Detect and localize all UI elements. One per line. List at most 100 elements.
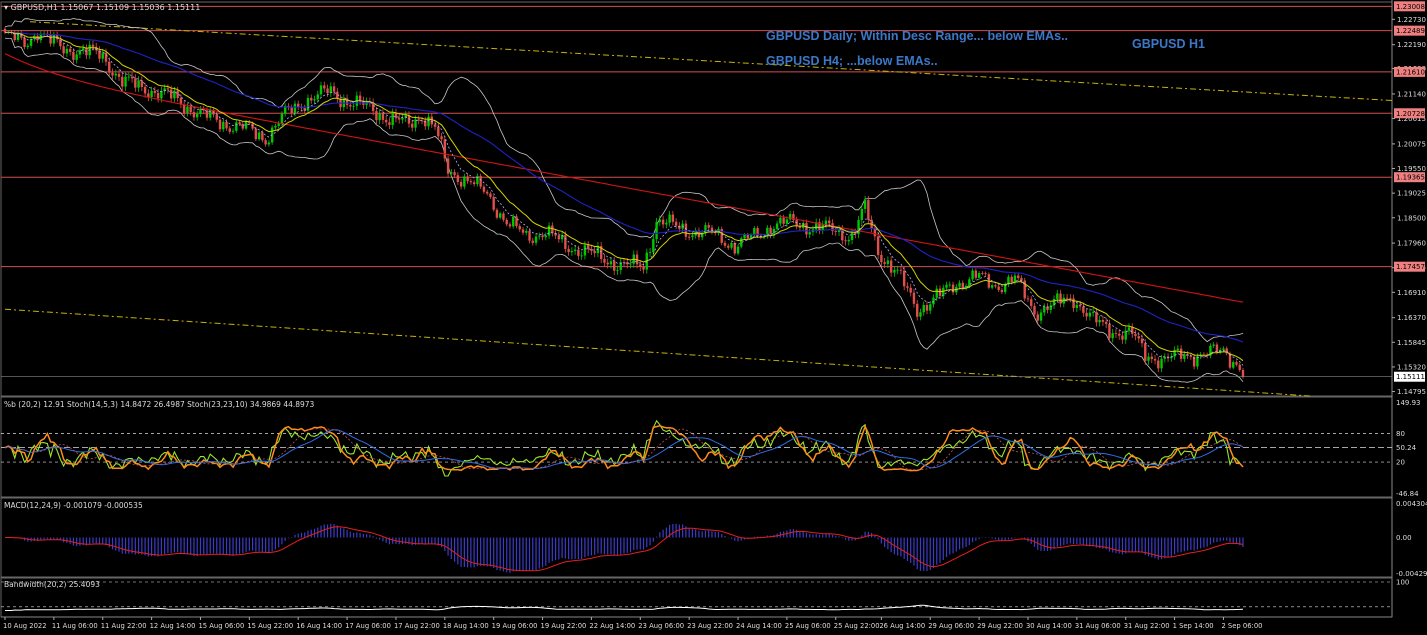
time-tick-label: 16 Aug 14:00 (296, 622, 342, 630)
candle-body (984, 273, 987, 275)
candle-body (880, 254, 883, 263)
candle-body (91, 44, 95, 47)
candle-body (1111, 333, 1114, 339)
candle-body (808, 232, 811, 235)
candle-body (1108, 323, 1111, 339)
candle-body (994, 285, 997, 287)
candle-body (1140, 338, 1144, 344)
candle-body (297, 103, 300, 107)
candle-body (655, 221, 658, 240)
candle-body (1235, 362, 1238, 365)
candle-body (251, 123, 254, 129)
candle-body (52, 34, 56, 44)
candle-body (375, 111, 378, 121)
candle-body (642, 266, 645, 270)
candle-body (564, 234, 567, 249)
time-tick-label: 19 Aug 06:00 (492, 622, 538, 630)
candle-body (326, 88, 329, 94)
candle-body (1017, 275, 1020, 279)
time-tick-label: 19 Aug 22:00 (541, 622, 587, 630)
dropdown-arrow-icon[interactable]: ▾ (4, 3, 8, 12)
candle-body (349, 104, 352, 107)
time-tick-label: 15 Aug 22:00 (247, 622, 293, 630)
candle-body (968, 279, 971, 286)
candle-body (78, 50, 82, 55)
macd-tick-label: 0.00 (1396, 534, 1412, 542)
candle-body (841, 229, 844, 241)
candle-body (648, 252, 652, 253)
time-tick-label: 2 Sep 06:00 (1221, 622, 1262, 630)
candle-body (889, 260, 893, 273)
candle-body (427, 116, 430, 127)
candle-body (485, 191, 489, 194)
candle-body (733, 243, 736, 254)
macd-histogram (7, 523, 1244, 573)
candle-body (687, 236, 691, 238)
candle-body (544, 235, 548, 238)
price-tick-label: 1.18500 (1397, 214, 1426, 222)
candle-body (280, 113, 284, 124)
candle-body (1013, 275, 1017, 283)
candle-body (391, 112, 394, 125)
candle-body (534, 236, 538, 243)
candle-body (658, 219, 662, 222)
candle-body (456, 175, 460, 182)
candle-body (1179, 348, 1183, 359)
candle-body (518, 226, 521, 230)
pane-border-2 (0, 497, 1393, 578)
candle-body (502, 213, 505, 220)
candle-body (945, 284, 948, 288)
trend-line-upper (29, 21, 1393, 101)
candle-body (290, 107, 293, 114)
candle-body (111, 72, 114, 76)
candle-body (981, 273, 984, 274)
candle-body (228, 128, 231, 132)
price-tick-label: 1.22730 (1397, 16, 1426, 24)
pane-border-3 (0, 577, 1393, 618)
candle-body (1039, 312, 1043, 321)
candle-body (1157, 360, 1160, 369)
time-tick-label: 18 Aug 14:00 (443, 622, 489, 630)
candle-body (173, 90, 176, 99)
candle-body (437, 126, 440, 137)
annotation-h4: GBPUSD H4; ...below EMAs.. (766, 54, 938, 68)
chart-window: 1.227301.221901.216801.211401.206151.200… (0, 0, 1427, 635)
time-tick-label: 17 Aug 06:00 (345, 622, 391, 630)
candle-body (847, 239, 850, 242)
candle-body (958, 282, 961, 287)
candle-body (257, 132, 261, 140)
candle-body (492, 196, 495, 210)
candle-body (1000, 289, 1004, 293)
price-tick-label: 1.22190 (1397, 41, 1426, 49)
symbol-header: ▾ GBPUSD,H1 1.15067 1.15109 1.15036 1.15… (4, 3, 200, 12)
candle-body (306, 97, 310, 111)
level-label: 1.23008 (1396, 3, 1425, 11)
candle-body (235, 122, 238, 131)
candle-body (1033, 305, 1036, 315)
candle-body (482, 186, 486, 192)
candle-body (1176, 348, 1180, 350)
candle-body (319, 85, 323, 95)
price-tick-label: 1.19025 (1397, 190, 1426, 198)
candle-body (971, 270, 974, 280)
candle-body (1056, 293, 1059, 299)
candle-body (528, 230, 531, 241)
candle-body (925, 305, 929, 311)
candle-body (671, 214, 675, 222)
candle-body (1121, 335, 1124, 340)
candle-body (860, 208, 864, 221)
candle-body (130, 76, 134, 79)
bollinger-lower (4, 37, 1244, 383)
time-tick-label: 29 Aug 22:00 (977, 622, 1023, 630)
price-tick-label: 1.15845 (1397, 339, 1426, 347)
candle-body (1215, 344, 1219, 353)
candle-body (1134, 333, 1137, 337)
level-label: 1.19365 (1396, 174, 1425, 182)
candle-body (176, 90, 179, 98)
oscillator-header: %b (20,2) 12.91 Stoch(14,5,3) 14.8472 26… (4, 400, 315, 409)
candle-body (26, 45, 30, 48)
candle-body (1238, 364, 1241, 370)
candle-body (1101, 319, 1105, 322)
chart-canvas[interactable]: 1.227301.221901.216801.211401.206151.200… (0, 0, 1427, 635)
candle-body (616, 269, 619, 271)
